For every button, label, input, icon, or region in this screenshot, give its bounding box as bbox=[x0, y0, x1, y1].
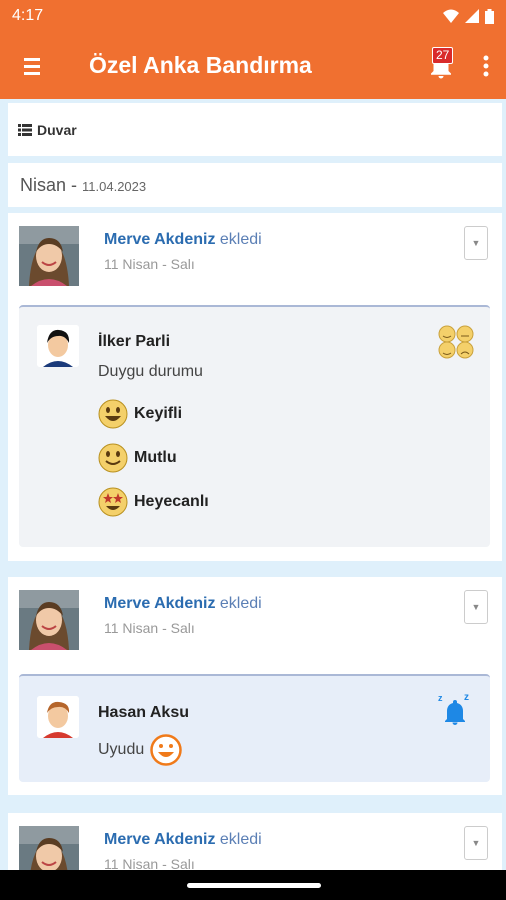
sleep-status: Uyudu bbox=[98, 734, 182, 766]
sleep-bell-icon: z z bbox=[438, 692, 469, 725]
grinning-face-icon bbox=[98, 399, 128, 429]
menu-icon[interactable] bbox=[0, 32, 64, 99]
mood-label: Heyecanlı bbox=[134, 493, 209, 510]
child-name: İlker Parli bbox=[98, 333, 171, 350]
home-gesture-handle[interactable] bbox=[187, 883, 321, 888]
app-bar: Özel Anka Bandırma 27 bbox=[0, 32, 506, 99]
navigation-bar bbox=[0, 870, 506, 900]
child-name: Hasan Aksu bbox=[98, 704, 189, 721]
post-card: Merve Akdeniz ekledi 11 Nisan - Salı ▼ bbox=[8, 813, 502, 870]
post-card: Merve Akdeniz ekledi 11 Nisan - Salı ▼ İ… bbox=[8, 213, 502, 561]
date-header: Nisan - 11.04.2023 bbox=[8, 163, 502, 207]
list-icon bbox=[18, 123, 32, 136]
notification-badge: 27 bbox=[432, 47, 454, 64]
activity-title: Duygu durumu bbox=[98, 363, 203, 380]
date-month: Nisan - bbox=[20, 175, 78, 195]
more-options-icon[interactable] bbox=[466, 32, 506, 99]
post-options-dropdown[interactable]: ▼ bbox=[464, 826, 488, 860]
post-date: 11 Nisan - Salı bbox=[104, 856, 195, 870]
avatar[interactable] bbox=[19, 826, 79, 870]
child-avatar bbox=[37, 696, 79, 738]
status-time: 4:17 bbox=[12, 7, 44, 24]
post-author: Merve Akdeniz ekledi bbox=[104, 595, 262, 613]
emotions-icon bbox=[438, 325, 474, 359]
app-title: Özel Anka Bandırma bbox=[89, 52, 312, 78]
author-name[interactable]: Merve Akdeniz bbox=[104, 231, 215, 248]
wall-tab[interactable]: Duvar bbox=[8, 103, 502, 156]
date-value: 11.04.2023 bbox=[82, 179, 147, 194]
mood-item: Heyecanlı bbox=[98, 487, 209, 517]
post-author: Merve Akdeniz ekledi bbox=[104, 231, 262, 249]
svg-text:z: z bbox=[438, 693, 443, 703]
post-card: Merve Akdeniz ekledi 11 Nisan - Salı ▼ H… bbox=[8, 577, 502, 795]
author-name[interactable]: Merve Akdeniz bbox=[104, 595, 215, 612]
child-avatar bbox=[37, 325, 79, 367]
avatar[interactable] bbox=[19, 590, 79, 650]
star-struck-face-icon bbox=[98, 487, 128, 517]
mood-item: Mutlu bbox=[98, 443, 177, 473]
wifi-icon bbox=[443, 9, 459, 23]
post-author: Merve Akdeniz ekledi bbox=[104, 831, 262, 849]
wall-label: Duvar bbox=[37, 121, 77, 138]
mood-label: Keyifli bbox=[134, 405, 183, 422]
mood-item: Keyifli bbox=[98, 399, 182, 429]
status-bar: 4:17 bbox=[0, 0, 506, 32]
author-name[interactable]: Merve Akdeniz bbox=[104, 831, 215, 848]
svg-text:z: z bbox=[464, 692, 469, 703]
smiling-face-icon bbox=[150, 734, 182, 766]
author-action: ekledi bbox=[219, 231, 262, 248]
post-date: 11 Nisan - Salı bbox=[104, 256, 195, 272]
author-action: ekledi bbox=[219, 595, 262, 612]
post-options-dropdown[interactable]: ▼ bbox=[464, 226, 488, 260]
post-options-dropdown[interactable]: ▼ bbox=[464, 590, 488, 624]
avatar[interactable] bbox=[19, 226, 79, 286]
notifications-button[interactable]: 27 bbox=[416, 32, 466, 99]
mood-label: Mutlu bbox=[134, 449, 177, 466]
battery-icon bbox=[485, 8, 494, 24]
activity-box: İlker Parli Duygu durumu Keyifli Mutlu H… bbox=[19, 305, 490, 547]
activity-box: Hasan Aksu Uyudu z z bbox=[19, 674, 490, 782]
smiling-face-icon bbox=[98, 443, 128, 473]
status-text: Uyudu bbox=[98, 741, 145, 758]
signal-icon bbox=[465, 9, 479, 23]
post-date: 11 Nisan - Salı bbox=[104, 620, 195, 636]
status-icons bbox=[443, 8, 494, 24]
author-action: ekledi bbox=[219, 831, 262, 848]
